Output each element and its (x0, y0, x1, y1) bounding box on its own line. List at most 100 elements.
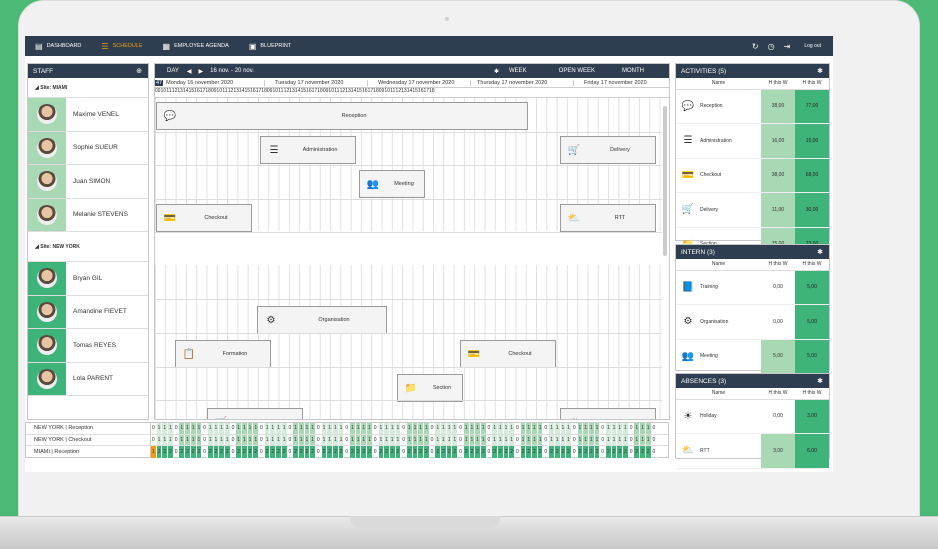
avatar (37, 268, 57, 289)
site-miami[interactable]: ◢ Site: MIAMI (28, 78, 148, 98)
staff-row[interactable]: Sophie SUEUR (28, 131, 148, 165)
avatar (37, 301, 57, 322)
activities-table: Name H this WH this W 💬 Reception 38,00 77… (676, 78, 829, 262)
event-block[interactable]: 💬 Reception (156, 102, 528, 130)
staff-row[interactable]: Melanie STEVENS (28, 198, 148, 232)
avatar (37, 104, 57, 125)
meeting-icon: 👥 (366, 178, 380, 190)
row-name: Holiday (700, 399, 761, 434)
top-navbar: ▤ DASHBOARD ☰ SCHEDULE ▦ EMPLOYEE AGENDA ▣ B… (25, 36, 833, 56)
add-staff-icon[interactable]: ⊕ (136, 67, 142, 75)
schedule-icon: ☰ (101, 41, 109, 51)
event-block[interactable]: 📋 Formation (175, 340, 271, 368)
event-block[interactable]: 🛒Delivery (207, 408, 303, 420)
event-block[interactable]: 📁 Section (397, 374, 463, 402)
table-row[interactable]: 📘 Training 0,00 5,00 (676, 270, 829, 305)
logout-link[interactable]: Log out (804, 43, 821, 49)
nav-blueprint[interactable]: ▣ BLUEPRINT (249, 42, 291, 51)
prev-arrow-icon[interactable]: ◀ (187, 68, 192, 75)
refresh-icon[interactable]: ↻ (752, 42, 759, 51)
table-row[interactable]: 💬 Reception 38,00 77,00 (676, 89, 829, 124)
nav-dashboard[interactable]: ▤ DASHBOARD (35, 42, 81, 51)
event-block[interactable]: 🛒Delivery (560, 136, 656, 164)
staff-row[interactable]: Lola PARENT (28, 362, 148, 396)
hours-value: 68,00 (795, 158, 829, 193)
reception-icon: 💬 (163, 110, 177, 122)
intern-gear-icon[interactable]: ✱ (817, 248, 823, 256)
table-row[interactable]: 👥 Meeting 5,00 5,00 (676, 339, 829, 374)
staff-row[interactable]: Maxime VENEL (28, 98, 148, 132)
row-divider (155, 333, 662, 334)
delivery-icon: 🛒 (567, 144, 581, 156)
activities-gear-icon[interactable]: ✱ (817, 67, 823, 75)
hours-value: 5,00 (761, 339, 795, 374)
staff-row[interactable]: Tomas REYES (28, 329, 148, 363)
event-block[interactable]: ⛅ RTT (560, 204, 656, 232)
hours-value: 16,00 (761, 123, 795, 159)
delivery-icon: 🛒 (210, 417, 232, 420)
event-label: Delivery (232, 419, 302, 420)
event-block[interactable]: 💳 Checkout (156, 204, 252, 232)
event-label: Checkout (508, 351, 532, 357)
event-block[interactable]: ⚙ Organisation (257, 306, 387, 334)
event-block[interactable]: ☀Holiday (560, 408, 656, 420)
logout-icon[interactable]: ⇥ (784, 42, 791, 51)
staff-row[interactable]: Bryan GIL (28, 262, 148, 296)
row-divider (155, 299, 662, 300)
month-view-button[interactable]: MONTH (622, 68, 644, 74)
table-row[interactable]: ⚙ Organisation 0,00 5,00 (676, 304, 829, 340)
meeting-icon: 👥 (676, 339, 700, 374)
calendar-toolbar: DAY ◀ ▶ 16 nov. - 20 nov. ✱ WEEK OPEN WE… (155, 64, 669, 78)
row-name: Meeting (700, 339, 761, 374)
staff-row[interactable]: Amandine FIEVET (28, 295, 148, 329)
event-label: Formation (222, 351, 248, 357)
week-view-button[interactable]: WEEK (509, 68, 527, 74)
holiday-icon: ☀ (563, 417, 585, 420)
agenda-icon: ▦ (162, 41, 171, 51)
event-label: Reception (341, 113, 367, 119)
nav-employee-agenda[interactable]: ▦ EMPLOYEE AGENDA (163, 42, 229, 51)
table-row[interactable]: 💳 Checkout 38,00 68,00 (676, 158, 829, 193)
hours-value: 6,00 (795, 433, 829, 469)
site-separator (155, 231, 662, 265)
row-divider (155, 165, 662, 166)
hours-value: 15,00 (795, 123, 829, 159)
coverage-cell: 0 (652, 446, 658, 458)
row-divider (155, 131, 662, 133)
event-block[interactable]: ☰ Administration (260, 136, 356, 164)
table-row[interactable]: ☀ Holiday 0,00 3,00 (676, 399, 829, 434)
nav-schedule[interactable]: ☰ SCHEDULE (101, 42, 142, 51)
row-divider (155, 400, 662, 401)
avatar (37, 171, 57, 192)
site-new-york[interactable]: ◢ Site: NEW YORK (28, 232, 148, 262)
table-row[interactable]: ☰ Administration 16,00 15,00 (676, 123, 829, 159)
event-block[interactable]: 👥 Meeting (359, 170, 425, 198)
open-week-button[interactable]: OPEN WEEK (559, 68, 595, 74)
day-view-button[interactable]: DAY (167, 68, 179, 74)
vertical-scrollbar[interactable] (663, 106, 667, 256)
table-row[interactable]: ⛅ RTT 3,00 6,00 (676, 433, 829, 469)
staff-row[interactable]: Juan SIMON (28, 165, 148, 199)
reception-icon: 💬 (676, 89, 700, 124)
hour-label: 18 (429, 88, 435, 94)
coverage-cell: 0 (652, 434, 658, 445)
intern-panel: INTERN (3) ✱ Name H this WH this W 📘 Traini… (675, 244, 830, 374)
table-row[interactable]: 🛒 Delivery 11,00 30,00 (676, 192, 829, 228)
hours-value: 5,00 (795, 270, 829, 305)
hours-value: 0,00 (761, 304, 795, 340)
row-name: Checkout (700, 158, 761, 193)
intern-table: Name H this WH this W 📘 Training 0,00 5,00… (676, 259, 829, 374)
event-block[interactable]: 💳 Checkout (460, 340, 556, 368)
avatar (37, 368, 57, 389)
event-label: Section (432, 385, 452, 391)
settings-gear-icon[interactable]: ✱ (494, 68, 499, 75)
organisation-icon: ⚙ (266, 314, 276, 326)
avatar (37, 335, 57, 356)
clock-icon[interactable]: ◷ (768, 42, 775, 51)
date-range[interactable]: 16 nov. - 20 nov. (210, 68, 254, 74)
activities-panel: ACTIVITIES (5) ✱ Name H this WH this W 💬 Re… (675, 63, 830, 262)
absences-gear-icon[interactable]: ✱ (817, 377, 823, 385)
administration-icon: ☰ (269, 144, 279, 156)
next-arrow-icon[interactable]: ▶ (199, 68, 204, 75)
hours-value: 3,00 (761, 433, 795, 469)
